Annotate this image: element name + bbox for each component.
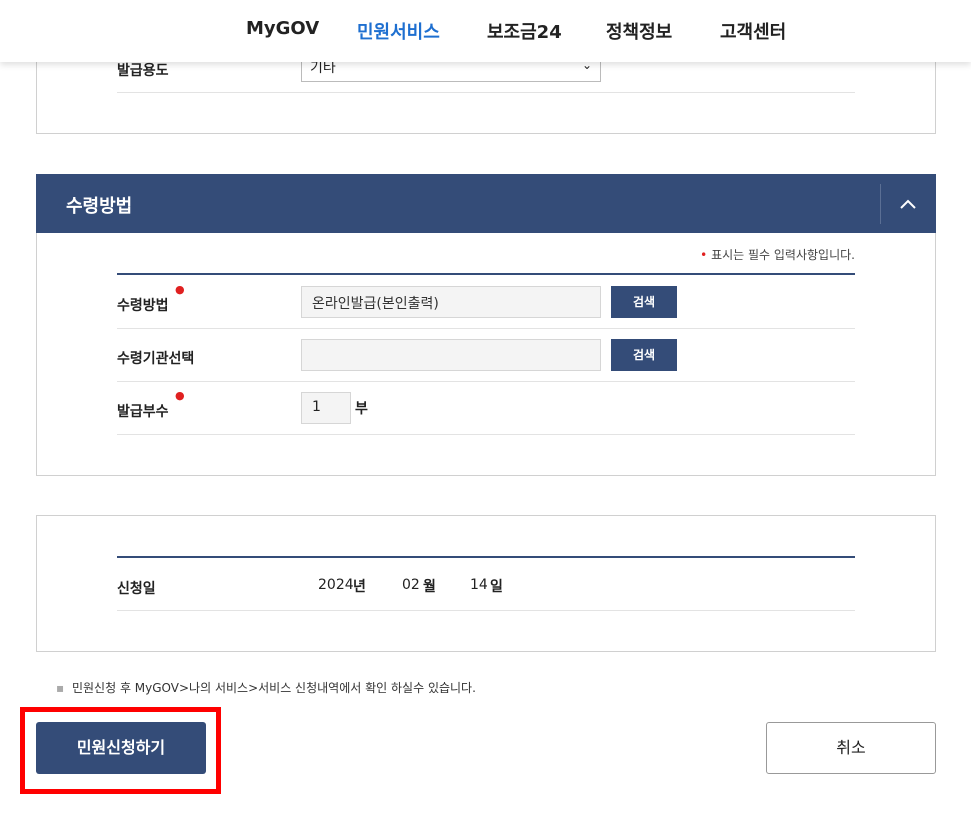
- application-month: 02: [402, 577, 420, 593]
- required-dot-icon: ●: [175, 389, 185, 402]
- issue-purpose-label: 발급용도: [117, 63, 169, 79]
- required-dot-icon: ●: [175, 283, 185, 296]
- nav-item-policy-info[interactable]: 정책정보: [606, 18, 672, 44]
- receive-method-section-header: 수령방법: [36, 174, 936, 233]
- row-divider: [117, 434, 855, 435]
- cancel-button[interactable]: 취소: [766, 722, 936, 774]
- row-divider: [117, 92, 855, 93]
- nav-item-customer-center[interactable]: 고객센터: [720, 18, 786, 44]
- issue-copies-input[interactable]: 1: [301, 392, 351, 424]
- receive-method-label: 수령방법: [117, 298, 169, 314]
- issue-copies-unit: 부: [355, 401, 368, 417]
- receive-method-input[interactable]: 온라인발급(본인출력): [301, 286, 601, 318]
- required-note: • 표시는 필수 입력사항입니다.: [700, 246, 855, 263]
- application-month-unit: 월: [423, 579, 436, 595]
- required-dot-icon: •: [700, 248, 708, 262]
- top-navigation: MyGOV 민원서비스 보조금24 정책정보 고객센터: [0, 0, 971, 62]
- collapse-toggle-button[interactable]: [890, 188, 926, 220]
- info-note: ▪ 민원신청 후 MyGOV>나의 서비스>서비스 신청내역에서 확인 하실수 …: [56, 679, 476, 696]
- application-day: 14: [470, 577, 488, 593]
- issue-copies-label: 발급부수: [117, 404, 169, 420]
- section-title: 수령방법: [66, 196, 133, 217]
- row-divider: [117, 381, 855, 382]
- receive-agency-input[interactable]: [301, 339, 601, 371]
- highlight-box: [20, 707, 221, 794]
- required-note-text: 표시는 필수 입력사항입니다.: [711, 248, 855, 262]
- receive-method-search-button[interactable]: 검색: [611, 286, 677, 318]
- table-top-line: [117, 273, 855, 275]
- header-divider: [880, 184, 881, 224]
- chevron-up-icon: [900, 199, 916, 209]
- nav-item-mygov[interactable]: MyGOV: [246, 18, 319, 39]
- application-year: 2024: [318, 577, 354, 593]
- application-date-panel: 신청일 2024 년 02 월 14 일: [36, 515, 936, 652]
- info-note-text: 민원신청 후 MyGOV>나의 서비스>서비스 신청내역에서 확인 하실수 있습…: [71, 681, 476, 695]
- issue-purpose-selected-value: 기타: [310, 60, 336, 76]
- application-day-unit: 일: [490, 579, 503, 595]
- bullet-icon: ▪: [56, 681, 65, 695]
- application-date-label: 신청일: [117, 581, 156, 597]
- receive-agency-search-button[interactable]: 검색: [611, 339, 677, 371]
- application-year-unit: 년: [353, 579, 366, 595]
- receive-method-panel: • 표시는 필수 입력사항입니다. 수령방법 ● 온라인발급(본인출력) 검색 …: [36, 233, 936, 476]
- table-top-line: [117, 556, 855, 558]
- row-divider: [117, 328, 855, 329]
- nav-item-civil-service[interactable]: 민원서비스: [357, 18, 440, 44]
- receive-agency-label: 수령기관선택: [117, 351, 195, 367]
- nav-item-subsidy24[interactable]: 보조금24: [487, 18, 562, 44]
- row-divider: [117, 610, 855, 611]
